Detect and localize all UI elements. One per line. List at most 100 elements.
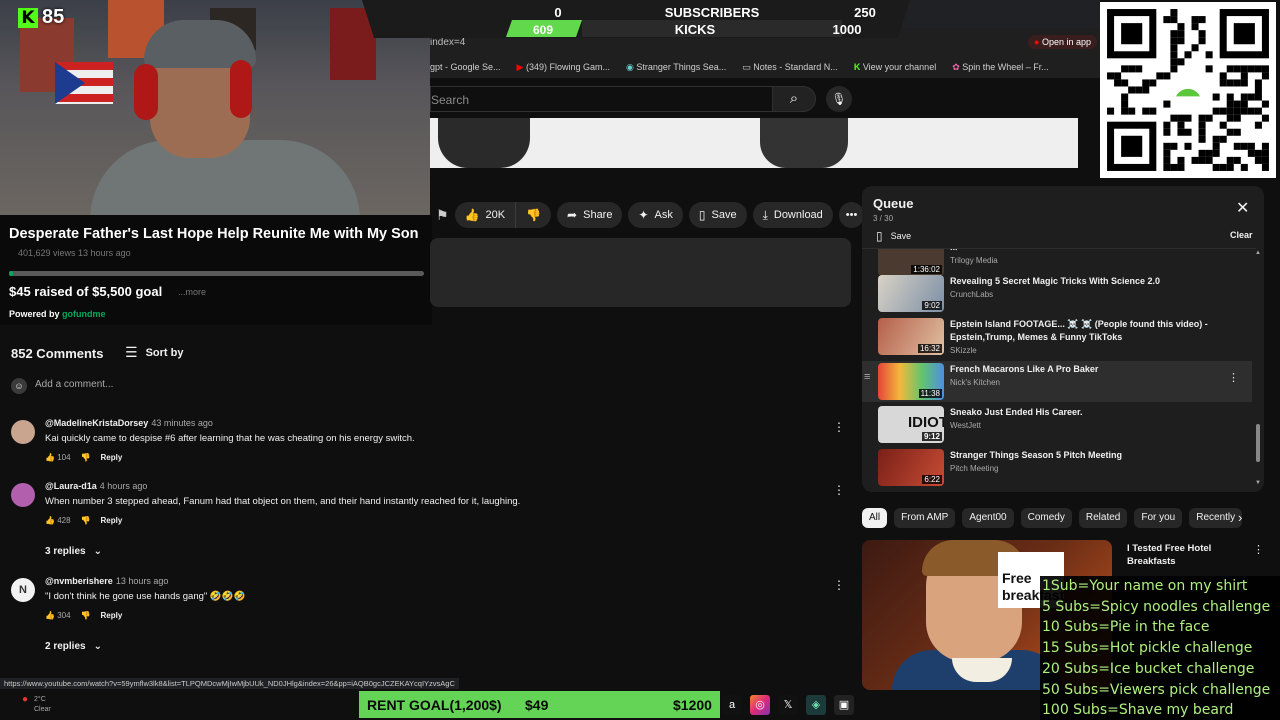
app-icon[interactable]: ▣: [834, 695, 854, 715]
queue-item[interactable]: IDIOT 9:12 Sneako Just Ended His Career. …: [862, 404, 1252, 445]
video-player[interactable]: [430, 118, 1078, 168]
queue-item[interactable]: 16:32 Epstein Island FOOTAGE... ☠️ ☠️ (P…: [862, 316, 1252, 360]
qr-module: [1170, 37, 1178, 45]
puerto-rico-flag: [55, 62, 113, 104]
avatar[interactable]: N: [11, 578, 35, 602]
more-vert-icon[interactable]: ⋮: [1253, 543, 1264, 556]
qr-module: [1163, 128, 1171, 136]
reply-button[interactable]: Reply: [101, 453, 123, 462]
qr-module: [1233, 100, 1241, 108]
chip-for-you[interactable]: For you: [1134, 508, 1183, 528]
scrollbar-thumb[interactable]: [1256, 424, 1260, 462]
close-icon[interactable]: ✕: [1236, 198, 1249, 218]
queue-item-channel: SKizzle: [950, 346, 977, 355]
drag-handle-icon[interactable]: ≡: [864, 371, 870, 383]
like-button[interactable]: 👍 20K: [454, 202, 516, 228]
chip-agent00[interactable]: Agent00: [962, 508, 1014, 528]
chip-related[interactable]: Related: [1078, 508, 1128, 528]
qr-module: [1128, 107, 1136, 115]
queue-item-current[interactable]: ≡ 11:38 French Macarons Like A Pro Baker…: [862, 361, 1252, 402]
chip-comedy[interactable]: Comedy: [1020, 508, 1072, 528]
microphone-icon: 🎙: [831, 92, 847, 106]
qr-module: [1198, 16, 1206, 24]
bookmark-item[interactable]: ▶ (349) Flowing Gam...: [517, 62, 610, 73]
save-button[interactable]: ▯ Save: [688, 202, 747, 228]
bookmark-item[interactable]: gpt - Google Se...: [430, 62, 501, 72]
chip-from-amp[interactable]: From AMP: [894, 508, 956, 528]
qr-module: [1163, 156, 1171, 164]
reply-button[interactable]: Reply: [101, 516, 123, 525]
comment-more-icon[interactable]: ⋮: [833, 420, 845, 434]
comment-author[interactable]: @Laura-d1a: [45, 481, 97, 491]
bookmark-item[interactable]: ✿ Spin the Wheel – Fr...: [952, 62, 1049, 73]
scroll-up-icon[interactable]: ▲: [1255, 250, 1261, 256]
qr-module: [1254, 107, 1262, 115]
sub-goal-item: 15 Subs=Hot pickle challenge: [1042, 640, 1253, 657]
dislike-comment-button[interactable]: 👎: [81, 453, 91, 462]
like-comment-button[interactable]: 👍 304: [45, 611, 71, 620]
dislike-comment-button[interactable]: 👎: [81, 611, 91, 620]
ask-button[interactable]: ✦ Ask: [628, 202, 683, 228]
queue-position: 3 / 30: [873, 214, 894, 223]
recommended-title[interactable]: I Tested Free Hotel Breakfasts: [1127, 542, 1247, 568]
qr-module: [1226, 128, 1234, 136]
bookmark-item[interactable]: ▭ Notes - Standard N...: [742, 62, 838, 73]
qr-module: [1177, 23, 1185, 31]
chip-all[interactable]: All: [862, 508, 888, 528]
queue-item[interactable]: 6:22 Stranger Things Season 5 Pitch Meet…: [862, 447, 1252, 488]
sort-by-button[interactable]: ☰ Sort by: [125, 344, 183, 361]
avatar[interactable]: [11, 420, 35, 444]
queue-item[interactable]: 9:02 Revealing 5 Secret Magic Tricks Wit…: [862, 273, 1252, 314]
description-box[interactable]: [430, 238, 851, 307]
qr-module: [1261, 65, 1269, 73]
queue-scrollbar[interactable]: ▲ ▼: [1255, 248, 1261, 488]
comment-time[interactable]: 43 minutes ago: [151, 418, 213, 428]
view-replies-button[interactable]: 3 replies ⌄: [45, 546, 102, 557]
search-input[interactable]: Search: [430, 86, 772, 112]
gofundme-powered-by: Powered by gofundme: [9, 309, 106, 319]
search-icon: ⌕: [789, 90, 799, 107]
comment-time[interactable]: 13 hours ago: [116, 576, 169, 586]
like-comment-button[interactable]: 👍 104: [45, 453, 71, 462]
voice-search-button[interactable]: 🎙: [826, 86, 852, 112]
bookmark-item[interactable]: ◉ Stranger Things Sea...: [626, 62, 726, 73]
avatar[interactable]: [11, 483, 35, 507]
qr-module: [1177, 163, 1185, 171]
qr-module: [1240, 107, 1248, 115]
dislike-comment-button[interactable]: 👎: [81, 516, 91, 525]
x-icon[interactable]: 𝕏: [778, 695, 798, 715]
taskbar-weather[interactable]: ● 2°C Clear: [0, 692, 80, 720]
search-button[interactable]: ⌕: [772, 86, 816, 112]
share-button[interactable]: ➦ Share: [557, 202, 623, 228]
view-replies-button[interactable]: 2 replies ⌄: [45, 641, 102, 652]
app-icon[interactable]: ◈: [806, 695, 826, 715]
comment-author[interactable]: @MadelineKristaDorsey: [45, 418, 148, 428]
comment-time[interactable]: 4 hours ago: [100, 481, 148, 491]
scroll-down-icon[interactable]: ▼: [1255, 480, 1261, 486]
qr-module: [1254, 149, 1262, 157]
comment: N @nvmberishere 13 hours ago "I don't thi…: [0, 576, 856, 658]
more-actions-button[interactable]: •••: [838, 202, 865, 228]
add-comment-input[interactable]: Add a comment...: [35, 379, 113, 390]
instagram-icon[interactable]: ◎: [750, 695, 770, 715]
comment-more-icon[interactable]: ⋮: [833, 578, 845, 592]
dislike-button[interactable]: 👎: [515, 202, 552, 228]
bookmark-item[interactable]: K View your channel: [854, 62, 936, 72]
comment-more-icon[interactable]: ⋮: [833, 483, 845, 497]
open-in-app-button[interactable]: ● Open in app: [1028, 35, 1097, 49]
comment-author[interactable]: @nvmberishere: [45, 576, 113, 586]
queue-save-button[interactable]: ▯ Save: [876, 229, 911, 243]
qr-module: [1198, 114, 1206, 122]
description-more[interactable]: ...more: [178, 287, 206, 297]
like-comment-button[interactable]: 👍 428: [45, 516, 71, 525]
amazon-icon[interactable]: a: [722, 695, 742, 715]
download-button[interactable]: ⤓ Download: [752, 202, 833, 228]
sub-goal-item: 100 Subs=Shave my beard: [1042, 702, 1234, 719]
chip-recently[interactable]: Recently: [1189, 508, 1243, 528]
reply-button[interactable]: Reply: [101, 611, 123, 620]
bookmark-icon: ▯: [698, 208, 706, 222]
more-vert-icon[interactable]: ⋮: [1228, 371, 1239, 384]
qr-module: [1135, 86, 1143, 94]
queue-clear-button[interactable]: Clear: [1230, 230, 1253, 240]
chevron-right-icon[interactable]: ›: [1238, 510, 1242, 525]
